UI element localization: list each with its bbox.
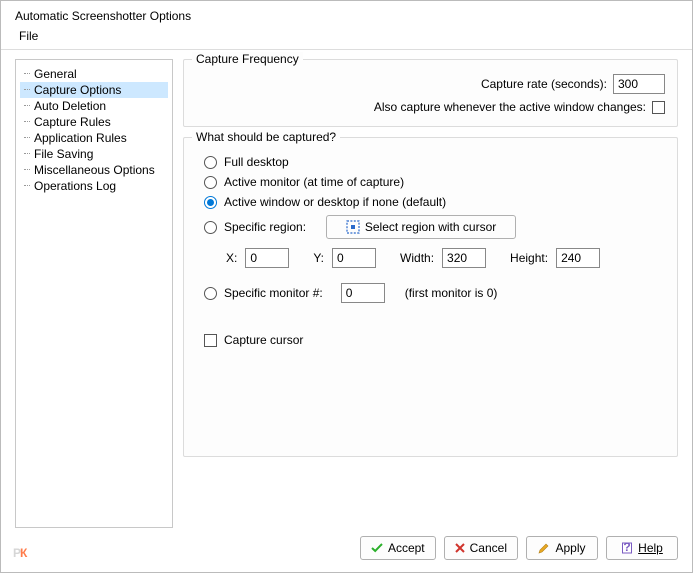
tree-item-capture-rules[interactable]: Capture Rules (20, 114, 168, 130)
radio-specific-region[interactable] (204, 221, 217, 234)
window-title: Automatic Screenshotter Options (15, 9, 678, 23)
radio-row-specific-monitor[interactable]: Specific monitor #: (first monitor is 0) (196, 280, 665, 306)
group-capture-frequency: Capture Frequency Capture rate (seconds)… (183, 59, 678, 127)
nav-tree[interactable]: General Capture Options Auto Deletion Ca… (15, 59, 173, 528)
also-capture-label: Also capture whenever the active window … (374, 100, 646, 114)
label-capture-cursor: Capture cursor (224, 333, 303, 347)
radio-specific-monitor[interactable] (204, 287, 217, 300)
watermark: PК (13, 541, 26, 562)
dialog-buttons: Accept Cancel Apply ? Help (360, 536, 678, 560)
tree-item-operations-log[interactable]: Operations Log (20, 178, 168, 194)
group-capture-target: What should be captured? Full desktop Ac… (183, 137, 678, 457)
x-icon (455, 543, 465, 553)
content-area: General Capture Options Auto Deletion Ca… (15, 59, 678, 528)
settings-panel: Capture Frequency Capture rate (seconds)… (183, 59, 678, 528)
help-button[interactable]: ? Help (606, 536, 678, 560)
label-active-window: Active window or desktop if none (defaul… (224, 195, 446, 209)
row-capture-cursor[interactable]: Capture cursor (196, 330, 665, 350)
y-input[interactable] (332, 248, 376, 268)
pencil-icon (538, 542, 550, 554)
specific-monitor-input[interactable] (341, 283, 385, 303)
label-specific-region: Specific region: (224, 220, 306, 234)
divider (1, 49, 692, 50)
label-specific-monitor: Specific monitor #: (224, 286, 323, 300)
radio-row-active-monitor[interactable]: Active monitor (at time of capture) (196, 172, 665, 192)
group-title-capture-target: What should be captured? (192, 130, 340, 144)
tree-item-general[interactable]: General (20, 66, 168, 82)
label-full-desktop: Full desktop (224, 155, 289, 169)
radio-active-monitor[interactable] (204, 176, 217, 189)
row-region-coords: X: Y: Width: Height: (196, 242, 665, 274)
capture-rate-input[interactable] (613, 74, 665, 94)
accept-button[interactable]: Accept (360, 536, 436, 560)
radio-row-specific-region[interactable]: Specific region: Select region with curs… (196, 212, 665, 242)
title-bar: Automatic Screenshotter Options (1, 1, 692, 25)
group-title-capture-frequency: Capture Frequency (192, 52, 303, 66)
tree-item-capture-options[interactable]: Capture Options (20, 82, 168, 98)
width-label: Width: (400, 251, 434, 265)
menu-file[interactable]: File (15, 27, 42, 45)
check-icon (371, 543, 383, 553)
menubar: File (1, 25, 692, 47)
width-input[interactable] (442, 248, 486, 268)
label-active-monitor: Active monitor (at time of capture) (224, 175, 404, 189)
tree-item-auto-deletion[interactable]: Auto Deletion (20, 98, 168, 114)
x-input[interactable] (245, 248, 289, 268)
height-input[interactable] (556, 248, 600, 268)
capture-rate-label: Capture rate (seconds): (481, 77, 607, 91)
radio-row-active-window[interactable]: Active window or desktop if none (defaul… (196, 192, 665, 212)
tree-item-file-saving[interactable]: File Saving (20, 146, 168, 162)
radio-full-desktop[interactable] (204, 156, 217, 169)
select-region-icon (346, 220, 360, 234)
apply-button[interactable]: Apply (526, 536, 598, 560)
help-book-icon: ? (621, 542, 633, 554)
tree-item-application-rules[interactable]: Application Rules (20, 130, 168, 146)
radio-row-full-desktop[interactable]: Full desktop (196, 152, 665, 172)
also-capture-checkbox[interactable] (652, 101, 665, 114)
x-label: X: (226, 251, 237, 265)
cancel-button[interactable]: Cancel (444, 536, 518, 560)
capture-cursor-checkbox[interactable] (204, 334, 217, 347)
row-capture-rate: Capture rate (seconds): (196, 74, 665, 94)
y-label: Y: (313, 251, 324, 265)
svg-text:?: ? (623, 542, 630, 554)
specific-monitor-hint: (first monitor is 0) (405, 286, 498, 300)
options-window: Automatic Screenshotter Options File Gen… (0, 0, 693, 573)
select-region-button[interactable]: Select region with cursor (326, 215, 516, 239)
radio-active-window[interactable] (204, 196, 217, 209)
height-label: Height: (510, 251, 548, 265)
row-also-capture: Also capture whenever the active window … (196, 100, 665, 114)
tree-item-misc-options[interactable]: Miscellaneous Options (20, 162, 168, 178)
